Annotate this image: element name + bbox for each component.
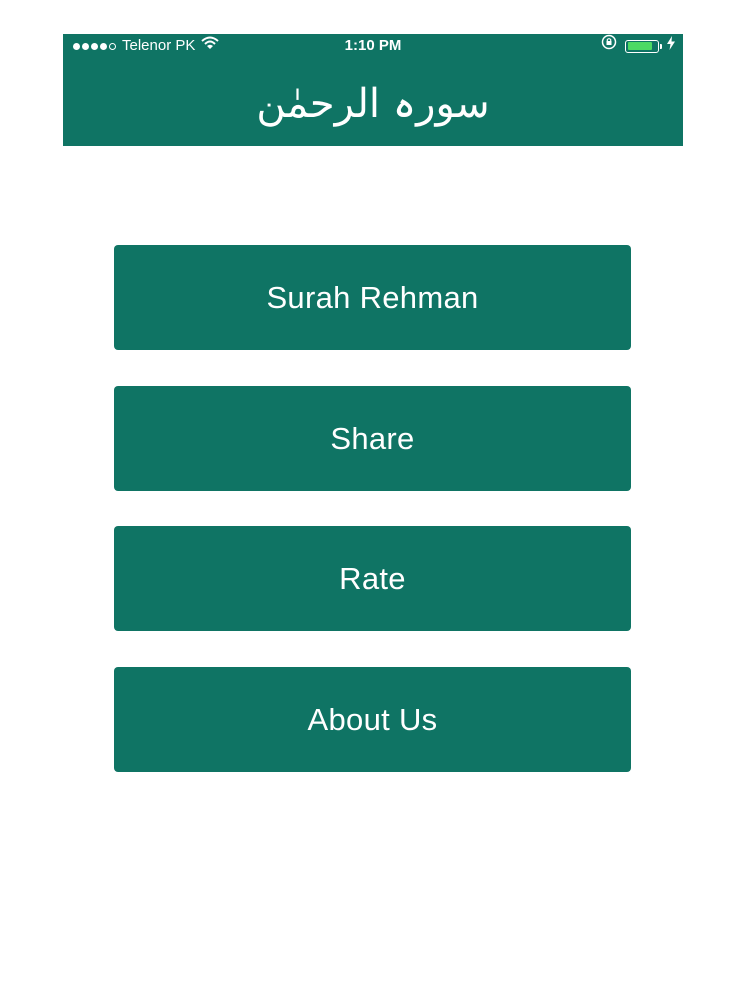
app-screen: Telenor PK 1:10 PM سورہ الرحمٰن Surah Re… (0, 0, 750, 1000)
status-bar: Telenor PK 1:10 PM (63, 34, 683, 58)
status-right (601, 34, 675, 58)
charging-bolt-icon (667, 34, 675, 58)
app-title: سورہ الرحمٰن (256, 81, 490, 127)
about-us-button[interactable]: About Us (114, 667, 631, 772)
status-time: 1:10 PM (344, 37, 402, 54)
battery-fill (627, 42, 653, 50)
header-bar: Telenor PK 1:10 PM سورہ الرحمٰن (63, 34, 683, 146)
battery-icon (625, 39, 662, 53)
share-button[interactable]: Share (114, 386, 631, 491)
orientation-lock-icon (601, 34, 617, 58)
rate-button[interactable]: Rate (114, 526, 631, 631)
surah-rehman-button[interactable]: Surah Rehman (114, 245, 631, 350)
